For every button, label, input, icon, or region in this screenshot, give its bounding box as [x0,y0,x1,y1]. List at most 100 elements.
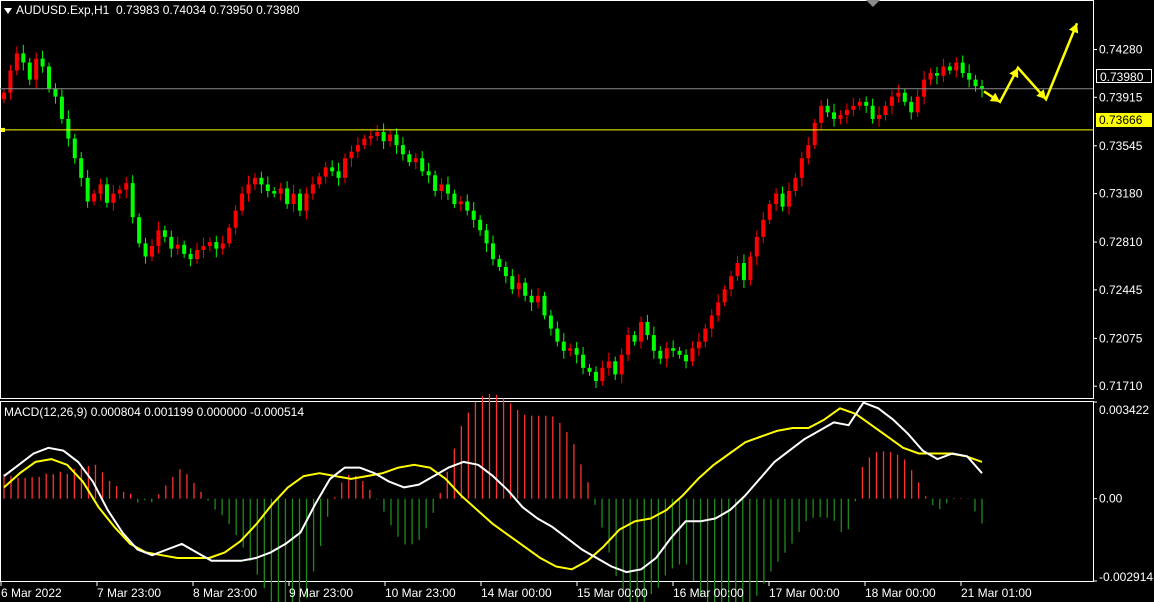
time-tick-label: 16 Mar 00:00 [673,586,744,600]
bear-candle [491,243,495,260]
bull-candle [201,246,206,250]
macd-axis: 0.003422 0.00 -0.002914 [1093,401,1153,584]
bear-candle [214,242,219,249]
bull-candle [709,315,714,329]
bull-candle [195,249,200,260]
bear-candle [651,335,656,351]
price-axis: 0.74280 0.73915 0.73545 0.73180 0.72810 0.724… [1093,42,1143,393]
bull-candle [458,201,463,205]
bear-candle [780,193,785,207]
bear-candle [587,367,592,372]
chart-shift-marker [866,0,880,7]
bear-candle [420,158,425,172]
bull-candle [626,335,631,355]
bear-candle [381,132,386,142]
bear-candle [523,282,528,296]
bear-candle [130,183,135,218]
price-tick-label: 0.71710 [1099,379,1143,393]
bull-candle [516,282,521,290]
bull-candle [240,193,245,211]
bull-candle [246,184,251,194]
bear-candle [79,158,84,178]
bear-candle [265,184,270,191]
bull-candle [767,204,772,220]
chevron-down-icon[interactable] [4,7,12,14]
bear-candle [548,315,553,329]
forecast-arrows [983,22,1079,104]
bull-candle [799,158,804,178]
bull-candle [278,188,283,194]
bull-candle [439,184,444,191]
bear-candle [947,66,952,71]
bear-candle [394,134,399,146]
bear-candle [632,335,637,342]
bear-candle [677,350,682,355]
bull-candle [896,92,901,97]
bear-candle [104,184,109,203]
bull-candle [92,193,97,202]
bull-candle [703,328,708,342]
bull-candle [323,167,328,177]
bull-candle [844,109,849,115]
bear-candle [870,105,875,119]
bear-candle [825,105,830,113]
bull-candle [851,105,856,110]
bull-candle [111,193,116,203]
price-tick-label: 0.72075 [1099,331,1143,345]
bear-candle [973,79,978,87]
bear-candle [581,354,586,368]
bull-candle [362,138,367,146]
bull-candle [928,73,933,80]
bear-candle [330,167,335,172]
bear-candle [960,62,965,74]
horizontal-lines[interactable] [0,88,1093,132]
bear-candle [561,341,566,351]
price-tick-label: 0.73545 [1099,139,1143,153]
bear-candle [445,184,450,194]
bull-candle [355,145,360,152]
bull-candle [735,263,740,277]
bull-candle [606,361,611,368]
bull-candle [761,219,766,237]
bear-candle [143,243,148,257]
time-tick-label: 14 Mar 00:00 [481,586,552,600]
bull-candle [941,66,946,76]
bear-candle [272,190,277,194]
bull-candle [8,70,13,93]
bull-candle [883,105,888,115]
bear-candle [902,92,907,102]
bear-candle [162,230,167,237]
bull-candle [413,158,418,163]
time-tick-label: 6 Mar 2022 [1,586,62,600]
bear-candle [53,88,58,97]
bull-candle [34,58,39,80]
bear-candle [471,210,476,220]
chart-header: AUDUSD.Exp,H1 0.73983 0.74034 0.73950 0.… [4,3,300,17]
bear-candle [259,177,264,185]
bear-candle [426,171,431,176]
bull-candle [2,92,6,100]
macd-main-line [3,401,983,574]
bear-candle [465,201,470,211]
bull-candle [14,53,19,71]
level-price-tag[interactable]: 0.73666 [1096,113,1152,127]
time-tick-label: 17 Mar 00:00 [769,586,840,600]
bull-candle [207,242,212,247]
bull-candle [317,176,322,185]
bull-candle [754,236,759,257]
bull-candle [857,101,862,106]
bear-candle [510,276,515,290]
level-line-anchor [1,127,5,132]
bull-candle [349,151,354,159]
time-tick-label: 10 Mar 23:00 [385,586,456,600]
bull-candle [690,348,695,362]
bull-candle [600,367,605,381]
bear-candle [658,350,663,359]
bull-candle [922,79,927,97]
bull-candle [812,122,817,146]
price-candles [2,44,984,389]
bull-candle [664,348,669,359]
bull-candle [220,243,225,249]
bull-candle [343,158,348,178]
bull-candle [368,135,373,139]
